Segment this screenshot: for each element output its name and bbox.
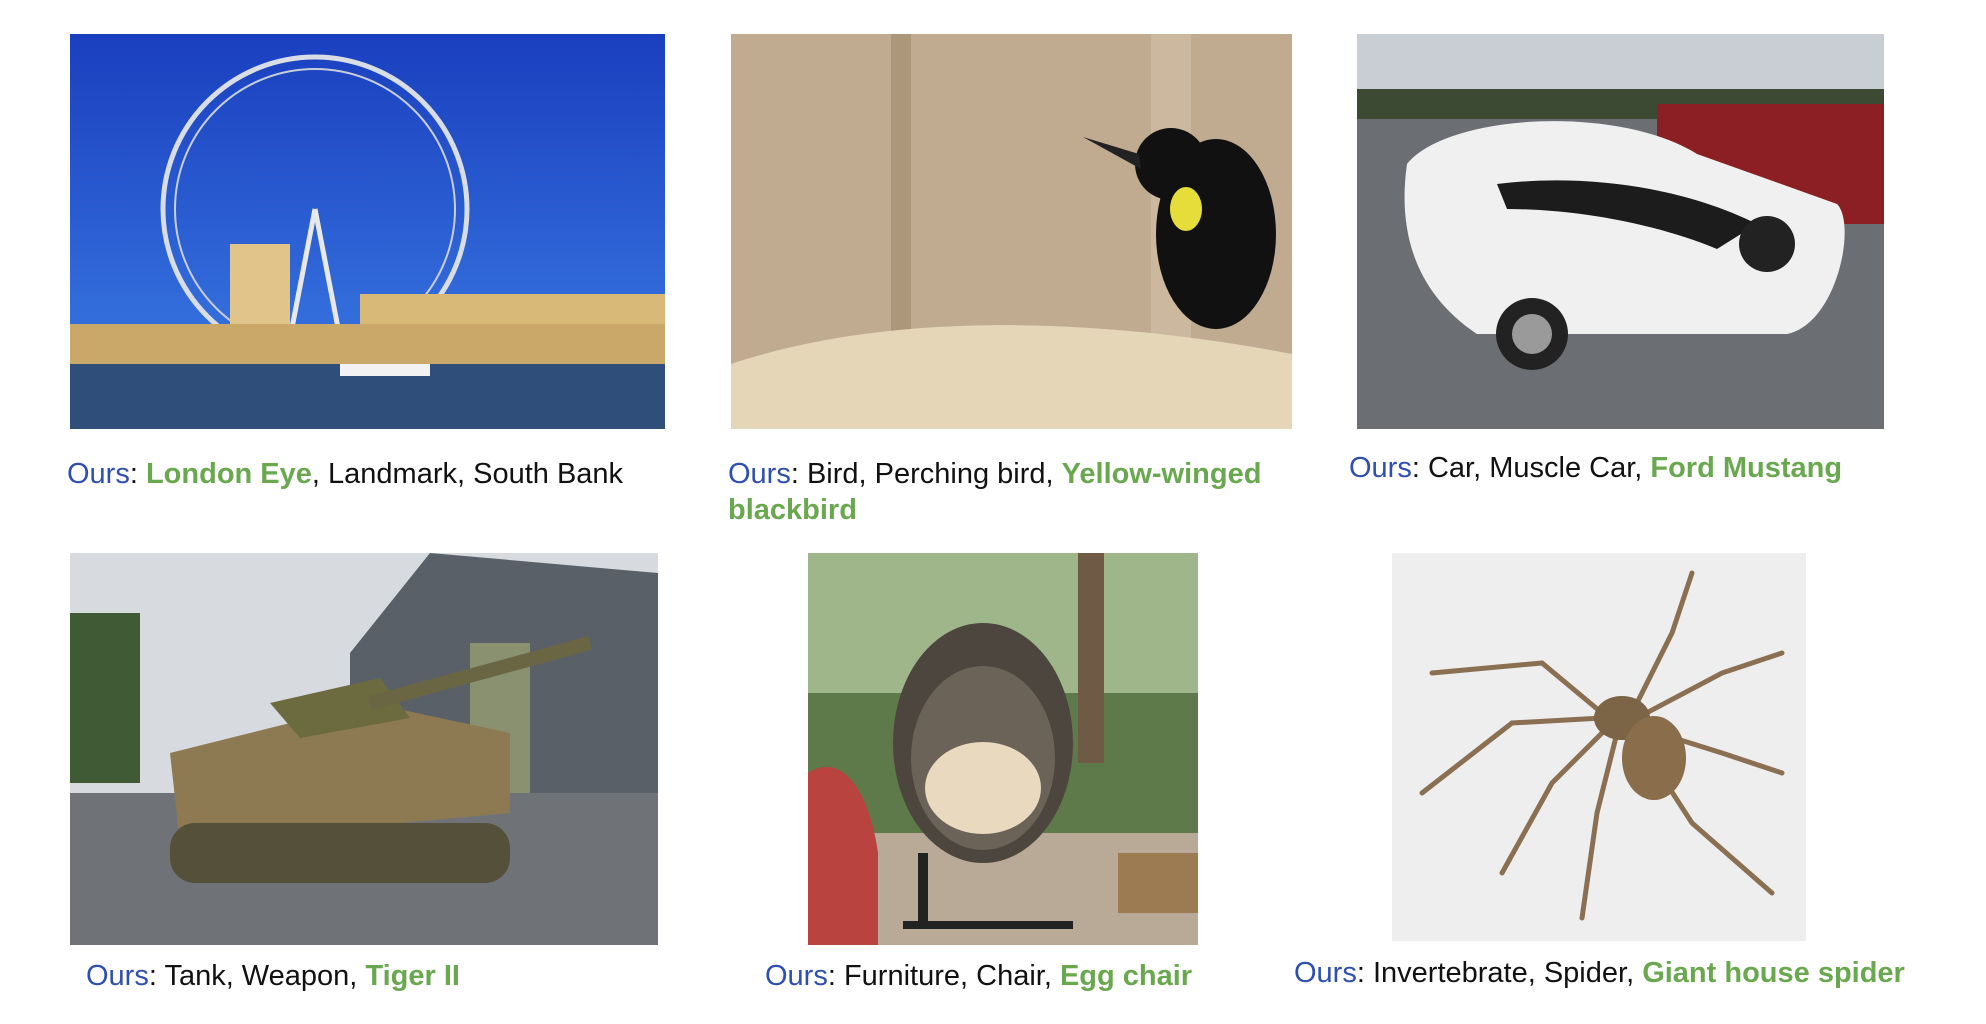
spider-photo — [1392, 553, 1806, 941]
caption-spider: Ours: Invertebrate, Spider, Giant house … — [1294, 955, 1905, 991]
blackbird-photo — [731, 34, 1292, 429]
caption-sep: : — [790, 458, 807, 490]
highlight-term: Egg chair — [1059, 960, 1193, 992]
highlight-term: London Eye — [145, 458, 312, 490]
ours-label: Ours — [765, 960, 828, 992]
ours-label: Ours — [1349, 452, 1412, 484]
caption-sep: : — [827, 960, 844, 992]
highlight-term: Giant house spider — [1642, 957, 1905, 989]
caption-blackbird: Ours: Bird, Perching bird, Yellow-winged… — [728, 456, 1308, 528]
caption-london-eye: Ours: London Eye, Landmark, South Bank — [67, 456, 623, 492]
ours-label: Ours — [67, 458, 130, 490]
caption-sep: : — [148, 960, 165, 992]
caption-sep: : — [1356, 957, 1373, 989]
caption-terms: Furniture, Chair, — [843, 960, 1060, 992]
caption-mustang: Ours: Car, Muscle Car, Ford Mustang — [1349, 450, 1842, 486]
caption-sep: , — [311, 458, 329, 490]
caption-egg-chair: Ours: Furniture, Chair, Egg chair — [765, 958, 1192, 994]
highlight-term: Ford Mustang — [1650, 452, 1843, 484]
caption-sep: : — [1411, 452, 1428, 484]
caption-terms: Invertebrate, Spider, — [1372, 957, 1643, 989]
ours-label: Ours — [1294, 957, 1357, 989]
egg-chair-photo — [808, 553, 1198, 945]
caption-terms: Tank, Weapon, — [164, 960, 366, 992]
caption-terms: Bird, Perching bird, — [806, 458, 1062, 490]
highlight-term: Tiger II — [365, 960, 460, 992]
caption-tank: Ours: Tank, Weapon, Tiger II — [86, 958, 460, 994]
caption-sep: : — [129, 458, 146, 490]
london-eye-photo — [70, 34, 665, 429]
caption-terms: Car, Muscle Car, — [1427, 452, 1651, 484]
ours-label: Ours — [728, 458, 791, 490]
tank-photo — [70, 553, 658, 945]
mustang-photo — [1357, 34, 1884, 429]
ours-label: Ours — [86, 960, 149, 992]
caption-terms: Landmark, South Bank — [328, 458, 624, 490]
